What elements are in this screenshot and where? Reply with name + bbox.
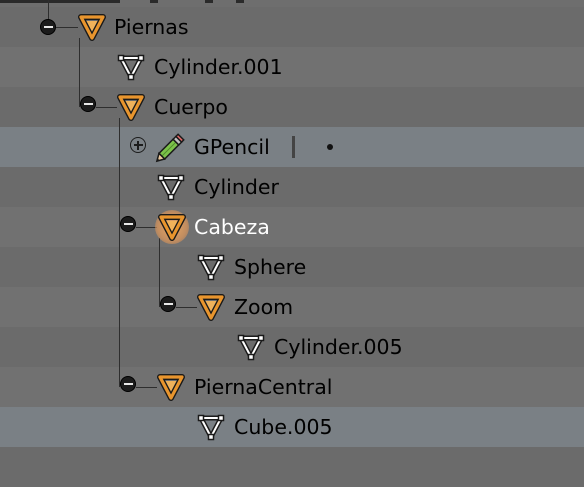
pencil-icon[interactable]: [155, 131, 185, 163]
tree-item-label[interactable]: Cabeza: [194, 207, 270, 247]
layer-separator: [292, 136, 295, 158]
tree-item-label[interactable]: Piernas: [114, 7, 189, 47]
tree-item-label[interactable]: Sphere: [234, 247, 306, 287]
tree-item-label[interactable]: Zoom: [234, 287, 293, 327]
tree-item-label[interactable]: PiernaCentral: [194, 367, 333, 407]
collapse-toggle[interactable]: [120, 216, 136, 232]
expand-toggle[interactable]: [130, 137, 146, 153]
object-icon[interactable]: [156, 372, 186, 402]
tree-item-label[interactable]: Cylinder.005: [274, 327, 403, 367]
collapse-toggle[interactable]: [80, 96, 96, 112]
mesh-icon[interactable]: [196, 412, 226, 442]
tree-item-label[interactable]: Cylinder.001: [154, 47, 283, 87]
mesh-icon[interactable]: [196, 252, 226, 282]
tree-row[interactable]: [0, 167, 584, 207]
clipped-row-remnant: [0, 0, 244, 3]
tree-item-label[interactable]: Cylinder: [194, 167, 279, 207]
mesh-icon[interactable]: [236, 332, 266, 362]
tree-item-label[interactable]: Cuerpo: [154, 87, 228, 127]
object-icon[interactable]: [157, 212, 187, 242]
object-icon[interactable]: [116, 92, 146, 122]
object-icon[interactable]: [196, 292, 226, 322]
tree-item-label[interactable]: GPencil: [194, 127, 270, 167]
tree-row[interactable]: [0, 47, 584, 87]
collapse-toggle[interactable]: [40, 19, 56, 35]
layer-dot-icon[interactable]: [327, 144, 333, 150]
tree-row[interactable]: [0, 447, 584, 487]
mesh-icon[interactable]: [156, 172, 186, 202]
outliner-panel: Piernas Cylinder.001 Cuerpo GPencil Cyli…: [0, 0, 584, 487]
tree-row[interactable]: [0, 207, 584, 247]
collapse-toggle[interactable]: [120, 376, 136, 392]
mesh-icon[interactable]: [116, 52, 146, 82]
collapse-toggle[interactable]: [160, 296, 176, 312]
object-icon[interactable]: [77, 12, 107, 42]
tree-item-label[interactable]: Cube.005: [234, 407, 333, 447]
